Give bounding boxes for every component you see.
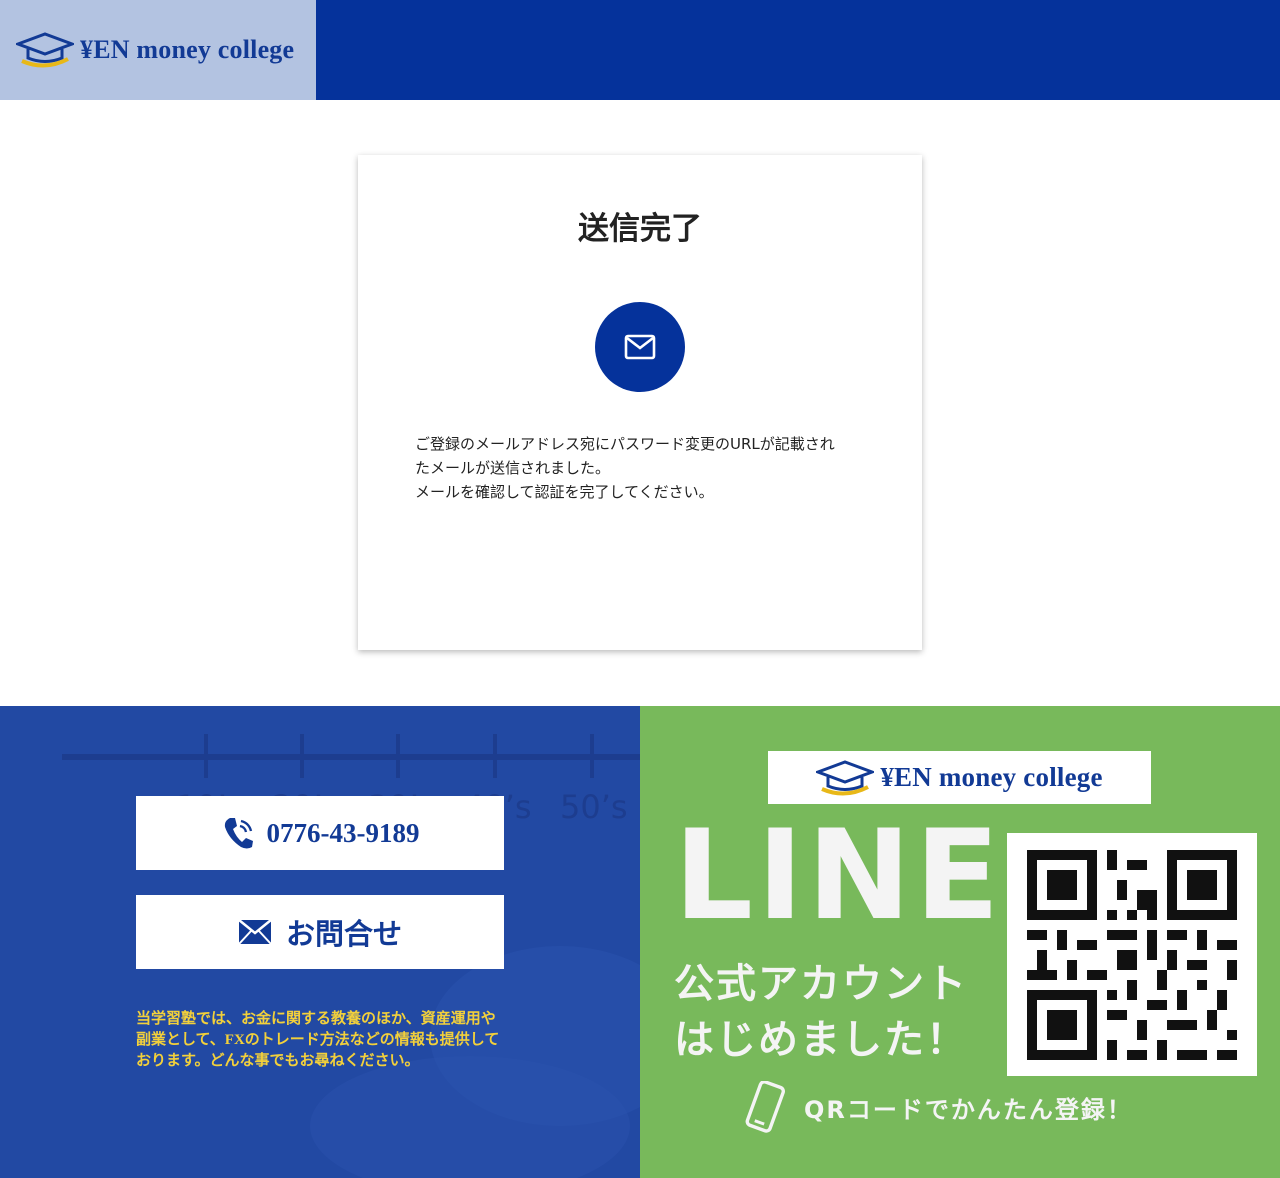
line-banner-logo: ¥EN money college xyxy=(768,751,1151,804)
site-header: ¥EN money college xyxy=(0,0,1280,100)
smartphone-icon xyxy=(745,1081,785,1133)
school-description: 当学習塾では、お金に関する教養のほか、資産運用や副業として、FXのトレード方法な… xyxy=(136,1011,500,1069)
mail-badge xyxy=(595,302,685,392)
site-footer: 10’s 20’s 30’s 40’s 50’s 0776-43-9189 お問… xyxy=(0,706,1280,1178)
decade-label: 50’s xyxy=(560,788,628,826)
qr-code[interactable] xyxy=(1007,833,1257,1076)
envelope-icon xyxy=(238,919,272,945)
phone-icon xyxy=(224,818,253,849)
inquiry-button[interactable]: お問合せ xyxy=(136,895,504,969)
line-subtitle: 公式アカウント はじめました！ xyxy=(674,956,968,1068)
qr-cta-text: QRコードでかんたん登録！ xyxy=(804,1095,1133,1124)
logo-text: ¥EN money college xyxy=(80,35,295,64)
line-subtitle-line: はじめました！ xyxy=(674,1017,968,1063)
qr-cta: QRコードでかんたん登録！ xyxy=(736,1081,1133,1133)
phone-button[interactable]: 0776-43-9189 xyxy=(136,796,504,870)
completion-message: ご登録のメールアドレス宛にパスワード変更のURLが記載され たメールが送信されま… xyxy=(415,432,875,504)
message-line: たメールが送信されました。 xyxy=(415,459,611,477)
phone-number: 0776-43-9189 xyxy=(266,817,420,848)
completion-card: 送信完了 ご登録のメールアドレス宛にパスワード変更のURLが記載され たメールが… xyxy=(358,155,922,650)
message-line: ご登録のメールアドレス宛にパスワード変更のURLが記載され xyxy=(415,435,835,453)
graduation-cap-icon xyxy=(816,759,875,795)
line-title: LINE xyxy=(674,804,1004,948)
message-line: メールを確認して認証を完了してください。 xyxy=(415,483,714,501)
line-subtitle-line: 公式アカウント xyxy=(674,961,968,1007)
inquiry-label: お問合せ xyxy=(285,919,402,951)
page-title: 送信完了 xyxy=(578,211,702,247)
mail-icon xyxy=(624,334,656,360)
site-logo[interactable]: ¥EN money college xyxy=(0,0,316,100)
graduation-cap-icon xyxy=(16,32,74,68)
contact-section: 10’s 20’s 30’s 40’s 50’s 0776-43-9189 お問… xyxy=(0,706,640,1178)
line-banner[interactable]: ¥EN money college LINE 公式アカウント はじめました！ Q… xyxy=(640,706,1280,1178)
line-banner-logo-text: ¥EN money college xyxy=(880,762,1103,792)
qr-code-icon xyxy=(1027,849,1237,1060)
